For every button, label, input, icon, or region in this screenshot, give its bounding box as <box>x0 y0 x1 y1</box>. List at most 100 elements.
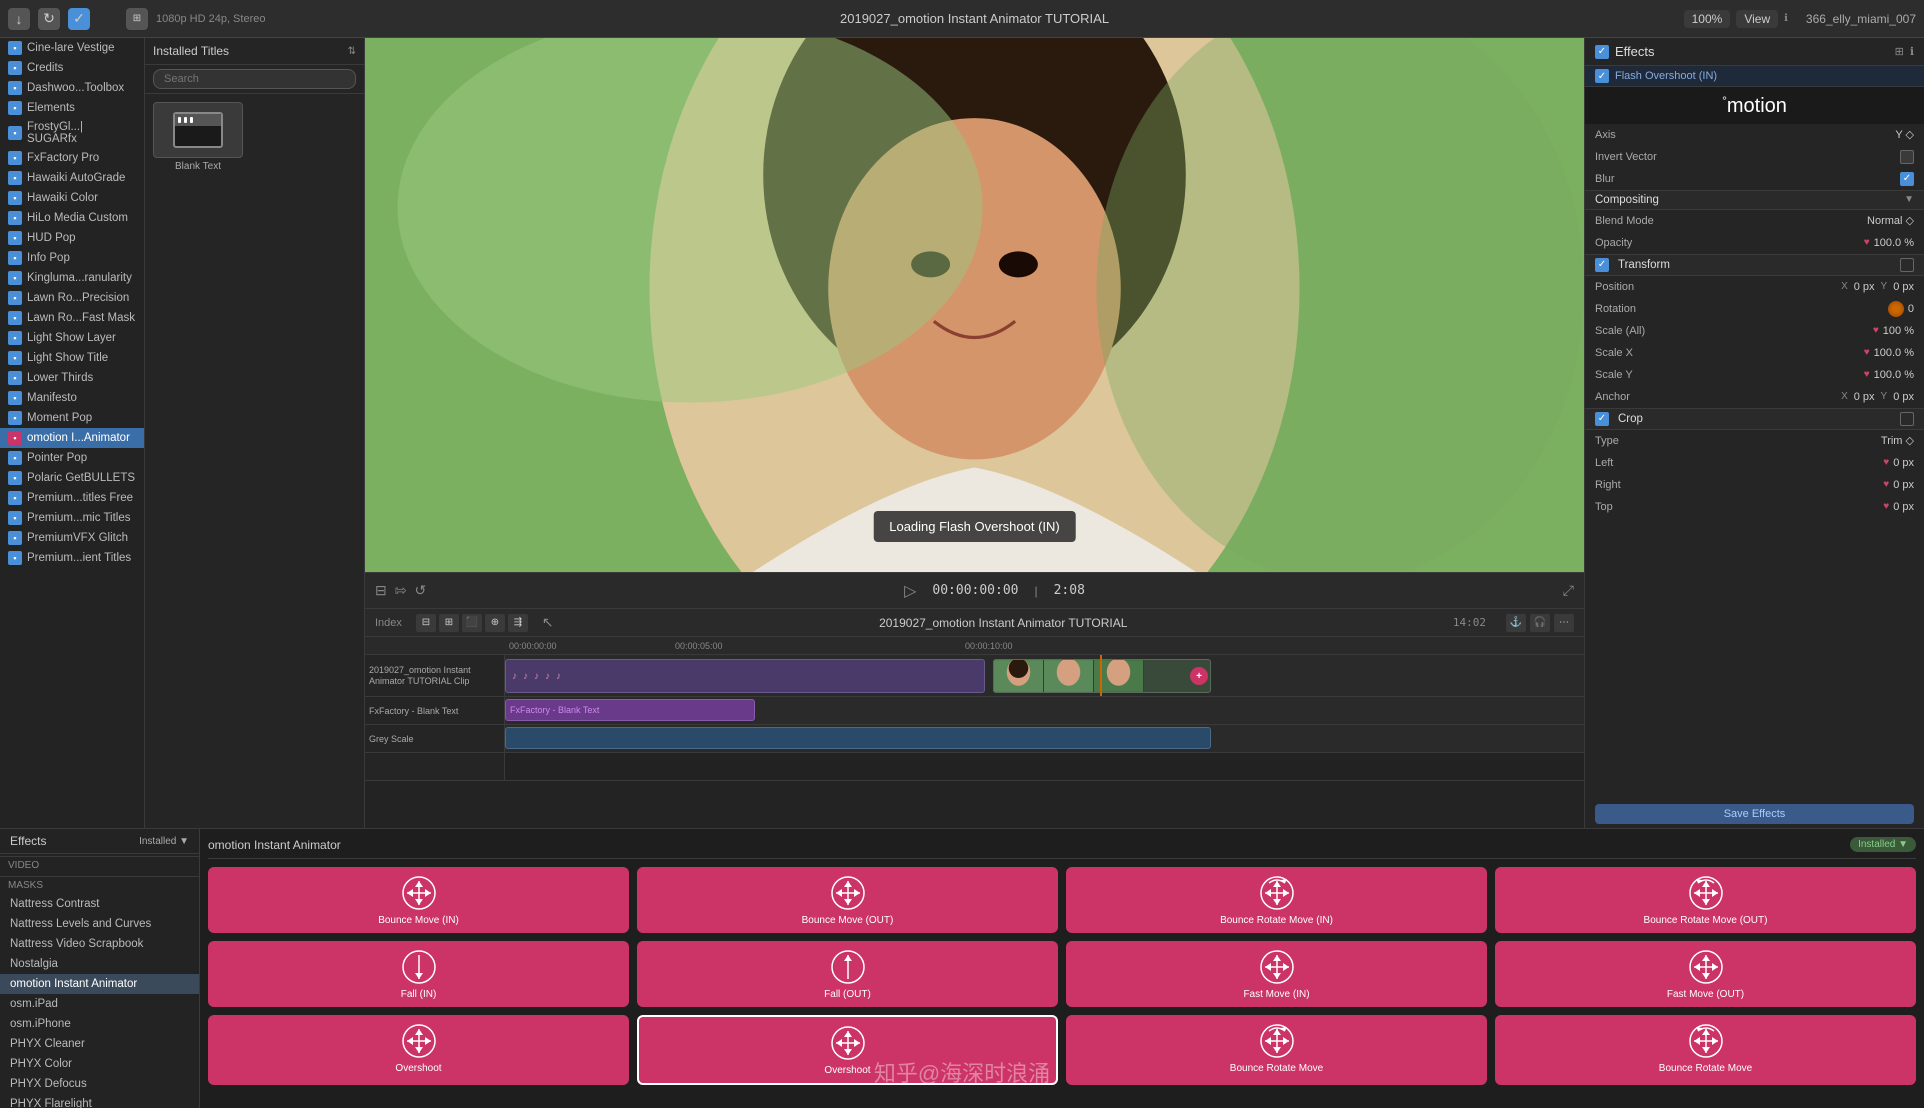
transform-expand[interactable] <box>1900 258 1914 272</box>
rotation-dial[interactable] <box>1888 301 1904 317</box>
sidebar-item-cineflare[interactable]: ▪ Cine-lare Vestige <box>0 38 144 58</box>
play-icon[interactable]: ▷ <box>904 581 916 601</box>
blur-checkbox[interactable] <box>1900 172 1914 186</box>
sidebar-item-premium-ient[interactable]: ▪ Premium...ient Titles <box>0 548 144 568</box>
effects-info-icon[interactable]: ℹ <box>1910 45 1914 58</box>
effect-card-fall-out[interactable]: Fall (OUT) <box>637 941 1058 1007</box>
main-clip[interactable]: ♪ ♪ ♪ ♪ ♪ <box>505 659 985 693</box>
effect-card-bounce-rotate-move-out[interactable]: Bounce Rotate Move (OUT) <box>1495 867 1916 933</box>
arrow-down-icon[interactable]: ↓ <box>8 8 30 30</box>
effect-card-bounce-move-in[interactable]: Bounce Move (IN) <box>208 867 629 933</box>
greyscale-clip[interactable] <box>505 727 1211 749</box>
tl-more-icon[interactable]: ⋯ <box>1554 614 1574 632</box>
sidebar-item-hawaiki-auto[interactable]: ▪ Hawaiki AutoGrade <box>0 168 144 188</box>
sidebar-item-dashwoo[interactable]: ▪ Dashwoo...Toolbox <box>0 78 144 98</box>
transform-section[interactable]: Transform <box>1585 254 1924 276</box>
effect-card-overshoot-2[interactable]: Overshoot <box>637 1015 1058 1085</box>
effects-item-osmipad[interactable]: osm.iPad <box>0 994 199 1014</box>
tl-btn-4[interactable]: ⊕ <box>485 614 505 632</box>
effects-item-phyx-flarelight[interactable]: PHYX Flarelight <box>0 1094 199 1108</box>
transform-checkbox[interactable] <box>1595 258 1609 272</box>
compositing-expand[interactable]: ▼ <box>1904 194 1914 205</box>
top-heart[interactable]: ♥ <box>1883 501 1889 512</box>
track-1-content[interactable]: ♪ ♪ ♪ ♪ ♪ <box>505 655 1584 696</box>
effect-card-fast-move-out[interactable]: Fast Move (OUT) <box>1495 941 1916 1007</box>
effects-filter-icon[interactable]: ⊞ <box>1895 45 1904 58</box>
effects-checkbox[interactable] <box>1595 45 1609 59</box>
screen-icon[interactable]: ⊟ <box>375 582 387 599</box>
effects-item-nostalgia[interactable]: Nostalgia <box>0 954 199 974</box>
sidebar-item-lawnroad-fastmask[interactable]: ▪ Lawn Ro...Fast Mask <box>0 308 144 328</box>
checkmark-icon[interactable]: ✓ <box>68 8 90 30</box>
sidebar-item-hilo[interactable]: ▪ HiLo Media Custom <box>0 208 144 228</box>
effect-card-fall-in[interactable]: Fall (IN) <box>208 941 629 1007</box>
fullscreen-icon[interactable]: ⤢ <box>1563 582 1574 599</box>
grid-icon[interactable]: ⊞ <box>126 8 148 30</box>
sidebar-item-credits[interactable]: ▪ Credits <box>0 58 144 78</box>
effect-card-fast-move-in[interactable]: Fast Move (IN) <box>1066 941 1487 1007</box>
track-2-content[interactable]: FxFactory - Blank Text <box>505 697 1584 724</box>
effect-card-bounce-rotate-3[interactable]: Bounce Rotate Move <box>1066 1015 1487 1085</box>
effects-item-nattress-contrast[interactable]: Nattress Contrast <box>0 894 199 914</box>
clip-remove-btn[interactable]: + <box>1190 667 1208 685</box>
sidebar-item-omotion[interactable]: ▪ omotion I...Animator <box>0 428 144 448</box>
tl-btn-1[interactable]: ⊟ <box>416 614 436 632</box>
effect-card-bounce-rotate-move-in[interactable]: Bounce Rotate Move (IN) <box>1066 867 1487 933</box>
right-heart[interactable]: ♥ <box>1883 479 1889 490</box>
scale-all-heart[interactable]: ♥ <box>1873 325 1879 336</box>
crop-checkbox[interactable] <box>1595 412 1609 426</box>
effects-item-phyx-cleaner[interactable]: PHYX Cleaner <box>0 1034 199 1054</box>
effects-item-omotion[interactable]: omotion Instant Animator <box>0 974 199 994</box>
sidebar-item-manifesto[interactable]: ▪ Manifesto <box>0 388 144 408</box>
sidebar-item-elements[interactable]: ▪ Elements <box>0 98 144 118</box>
scale-y-heart[interactable]: ♥ <box>1864 369 1870 380</box>
track-4-content[interactable] <box>505 753 1584 780</box>
effects-item-phyx-defocus[interactable]: PHYX Defocus <box>0 1074 199 1094</box>
effect-card-bounce-rotate-4[interactable]: Bounce Rotate Move <box>1495 1015 1916 1085</box>
save-effects-button[interactable]: Save Effects <box>1595 804 1914 824</box>
sidebar-item-hud[interactable]: ▪ HUD Pop <box>0 228 144 248</box>
blank-text-item[interactable]: Blank Text <box>153 102 243 172</box>
search-input[interactable] <box>153 69 356 89</box>
invert-vector-checkbox[interactable] <box>1900 150 1914 164</box>
view-button[interactable]: View <box>1736 10 1778 28</box>
refresh-icon[interactable]: ↺ <box>414 582 426 599</box>
sidebar-item-lawnroad-precision[interactable]: ▪ Lawn Ro...Precision <box>0 288 144 308</box>
sidebar-item-moment[interactable]: ▪ Moment Pop <box>0 408 144 428</box>
effect-card-overshoot-1[interactable]: Overshoot <box>208 1015 629 1085</box>
effects-item-osmiphone[interactable]: osm.iPhone <box>0 1014 199 1034</box>
arrow-icon[interactable]: ⇰ <box>395 582 407 599</box>
sidebar-item-hawaiki-color[interactable]: ▪ Hawaiki Color <box>0 188 144 208</box>
sidebar-item-frostyglass[interactable]: ▪ FrostyGl...| SUGARfx <box>0 118 144 148</box>
sidebar-item-lightshow-title[interactable]: ▪ Light Show Title <box>0 348 144 368</box>
preview-area[interactable]: Loading Flash Overshoot (IN) <box>365 38 1584 572</box>
circle-arrow-icon[interactable]: ↻ <box>38 8 60 30</box>
sidebar-item-lightshow-layer[interactable]: ▪ Light Show Layer <box>0 328 144 348</box>
sidebar-item-fxfactory[interactable]: ▪ FxFactory Pro <box>0 148 144 168</box>
sidebar-item-polaric[interactable]: ▪ Polaric GetBULLETS <box>0 468 144 488</box>
crop-expand[interactable] <box>1900 412 1914 426</box>
fxfactory-clip[interactable]: FxFactory - Blank Text <box>505 699 755 721</box>
tl-headphone-icon[interactable]: 🎧 <box>1530 614 1550 632</box>
tl-btn-5[interactable]: ⇶ <box>508 614 528 632</box>
flash-overshoot-checkbox[interactable] <box>1595 69 1609 83</box>
effects-item-phyx-color[interactable]: PHYX Color <box>0 1054 199 1074</box>
compositing-section[interactable]: Compositing ▼ <box>1585 190 1924 210</box>
effects-item-nattress-scrapbook[interactable]: Nattress Video Scrapbook <box>0 934 199 954</box>
zoom-level[interactable]: 100% <box>1684 10 1731 28</box>
tl-btn-3[interactable]: ⬛ <box>462 614 482 632</box>
sidebar-item-premium-titles-free[interactable]: ▪ Premium...titles Free <box>0 488 144 508</box>
cursor-icon[interactable]: ↖ <box>542 614 554 631</box>
sidebar-item-info-pop[interactable]: ▪ Info Pop <box>0 248 144 268</box>
installed-tab[interactable]: Installed ▼ <box>139 836 189 847</box>
sidebar-item-pointer[interactable]: ▪ Pointer Pop <box>0 448 144 468</box>
effects-item-nattress-levels[interactable]: Nattress Levels and Curves <box>0 914 199 934</box>
video-clip[interactable]: + <box>993 659 1211 693</box>
tl-btn-2[interactable]: ⊞ <box>439 614 459 632</box>
effect-card-bounce-move-out[interactable]: Bounce Move (OUT) <box>637 867 1058 933</box>
sidebar-item-kingluma[interactable]: ▪ Kingluma...ranularity <box>0 268 144 288</box>
tl-anchor-icon[interactable]: ⚓ <box>1506 614 1526 632</box>
sidebar-item-premiumvfx[interactable]: ▪ PremiumVFX Glitch <box>0 528 144 548</box>
left-heart[interactable]: ♥ <box>1883 457 1889 468</box>
crop-section[interactable]: Crop <box>1585 408 1924 430</box>
